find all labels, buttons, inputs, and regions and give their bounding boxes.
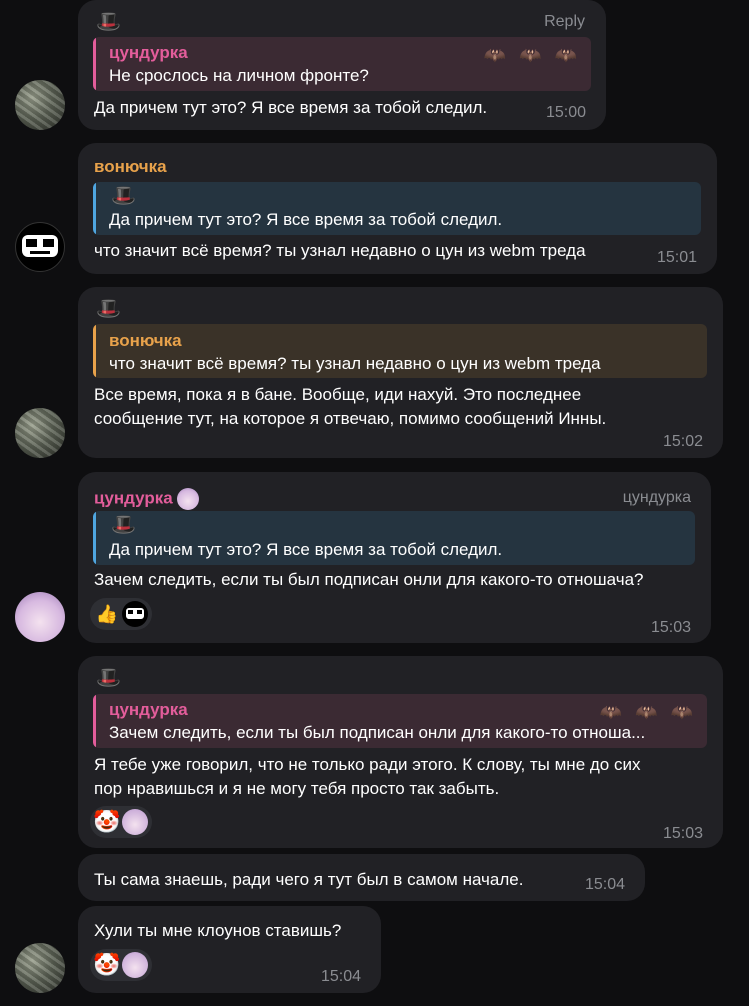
message-text: Ты сама знаешь, ради чего я тут был в са… bbox=[94, 870, 524, 889]
message-bubble[interactable]: вонючка 🎩 Да причем тут это? Я все время… bbox=[78, 143, 717, 274]
dark-face-icon bbox=[126, 608, 144, 619]
top-hat-icon: 🎩 bbox=[96, 667, 121, 689]
avatar[interactable] bbox=[15, 408, 65, 458]
message-text-line: сообщение тут, на которое я отвечаю, пом… bbox=[94, 409, 607, 428]
message-text: Да причем тут это? Я все время за тобой … bbox=[94, 98, 488, 117]
top-hat-icon: 🎩 bbox=[96, 298, 121, 320]
message-time: 15:02 bbox=[662, 433, 703, 450]
message-time: 15:00 bbox=[545, 104, 586, 121]
reply-quote[interactable]: 🎩 Да причем тут это? Я все время за тобо… bbox=[93, 511, 695, 565]
sender-name[interactable]: вонючка bbox=[94, 157, 167, 177]
avatar[interactable] bbox=[15, 222, 65, 272]
quote-text: Да причем тут это? Я все время за тобой … bbox=[109, 540, 503, 559]
message-time: 15:03 bbox=[662, 825, 703, 842]
message-text-line: Все время, пока я в бане. Вообще, иди на… bbox=[94, 385, 582, 404]
avatar[interactable] bbox=[15, 943, 65, 993]
message-bubble[interactable]: 🎩 Reply 🦇 🦇 🦇 цундурка Не срослось на ли… bbox=[78, 0, 606, 130]
quote-text: Да причем тут это? Я все время за тобой … bbox=[109, 210, 503, 229]
sender-title: цундурка bbox=[622, 489, 691, 506]
reply-quote[interactable]: 🦇 🦇 🦇 цундурка Не срослось на личном фро… bbox=[93, 37, 591, 91]
clown-face-icon[interactable]: 🤡 bbox=[93, 952, 120, 978]
message-text: что значит всё время? ты узнал недавно о… bbox=[94, 241, 586, 260]
reactions-bar[interactable]: 🤡 bbox=[90, 806, 152, 838]
reactions-bar[interactable]: 🤡 bbox=[90, 949, 152, 981]
message-time: 15:01 bbox=[656, 249, 697, 266]
quote-sender-name: вонючка bbox=[109, 331, 182, 350]
quote-text: Зачем следить, если ты был подписан онли… bbox=[109, 723, 646, 742]
message-bubble[interactable]: 🎩 🦇 🦇 🦇 цундурка Зачем следить, если ты … bbox=[78, 656, 723, 848]
reply-quote[interactable]: 🦇 🦇 🦇 цундурка Зачем следить, если ты бы… bbox=[93, 694, 707, 748]
clown-face-icon[interactable]: 🤡 bbox=[93, 809, 120, 835]
anime-avatar-reaction-icon[interactable] bbox=[122, 809, 148, 835]
bat-pattern-icon: 🦇 🦇 🦇 bbox=[483, 45, 581, 65]
message-bubble[interactable]: цундурка цундурка 🎩 Да причем тут это? Я… bbox=[78, 472, 711, 643]
reply-quote[interactable]: 🎩 Да причем тут это? Я все время за тобо… bbox=[93, 182, 701, 235]
reactions-bar[interactable]: 👍 bbox=[90, 598, 152, 630]
message-text: Хули ты мне клоунов ставишь? bbox=[94, 921, 342, 940]
message-text-line: пор нравишься и я не могу тебя просто та… bbox=[94, 779, 500, 798]
message-text-line: Я тебе уже говорил, что не только ради э… bbox=[94, 755, 641, 774]
thumbs-up-icon[interactable]: 👍 bbox=[94, 601, 120, 627]
anime-avatar-icon bbox=[176, 488, 199, 510]
anime-avatar-reaction-icon[interactable] bbox=[122, 952, 148, 978]
message-time: 15:04 bbox=[320, 968, 361, 985]
message-bubble[interactable]: 🎩 вонючка что значит всё время? ты узнал… bbox=[78, 287, 723, 458]
top-hat-icon: 🎩 bbox=[111, 514, 136, 536]
message-bubble[interactable]: Хули ты мне клоунов ставишь? 🤡 15:04 bbox=[78, 906, 381, 993]
message-time: 15:03 bbox=[650, 619, 691, 636]
bat-pattern-icon: 🦇 🦇 🦇 bbox=[599, 702, 697, 722]
quote-text: Не срослось на личном фронте? bbox=[109, 66, 369, 85]
reply-link[interactable]: Reply bbox=[544, 13, 585, 31]
top-hat-icon: 🎩 bbox=[111, 185, 136, 207]
avatar[interactable] bbox=[15, 592, 65, 642]
quote-sender-name: цундурка bbox=[109, 43, 188, 62]
sender-name-text: цундурка bbox=[94, 488, 173, 508]
dark-face-icon bbox=[22, 235, 58, 257]
quote-sender-name: цундурка bbox=[109, 700, 188, 719]
dark-face-reaction-icon[interactable] bbox=[122, 601, 148, 627]
top-hat-icon: 🎩 bbox=[96, 11, 121, 33]
sender-name[interactable]: цундурка bbox=[94, 488, 199, 510]
message-time: 15:04 bbox=[584, 876, 625, 893]
message-bubble[interactable]: Ты сама знаешь, ради чего я тут был в са… bbox=[78, 854, 645, 901]
quote-text: что значит всё время? ты узнал недавно о… bbox=[109, 354, 601, 373]
reply-quote[interactable]: вонючка что значит всё время? ты узнал н… bbox=[93, 324, 707, 378]
avatar[interactable] bbox=[15, 80, 65, 130]
message-text: Зачем следить, если ты был подписан онли… bbox=[94, 570, 644, 589]
